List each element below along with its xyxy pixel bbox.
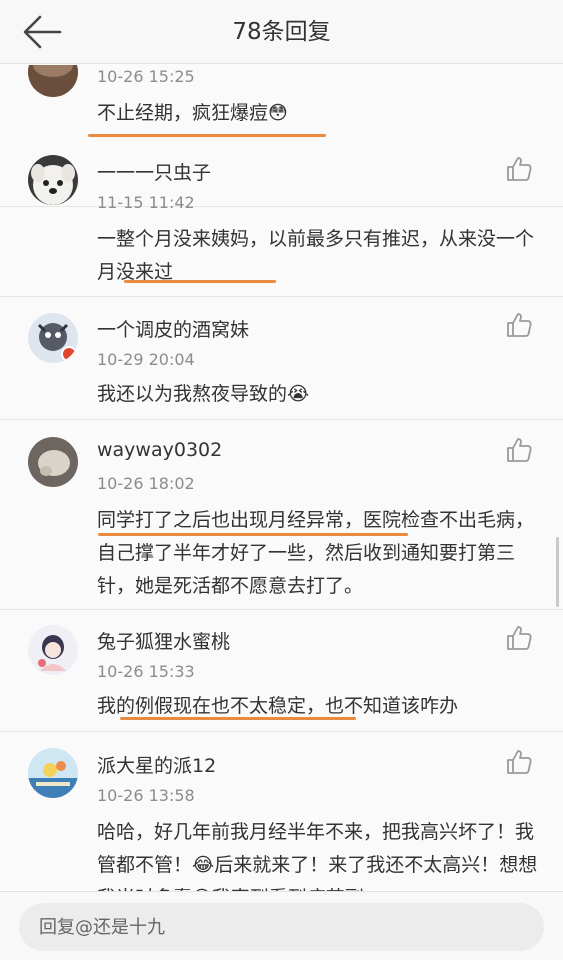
top-bar: 78条回复 xyxy=(0,0,563,64)
highlight-underline xyxy=(124,280,276,283)
comment-item: wayway0302 10-26 18:02 同学打了之后也出现月经异常，医院检… xyxy=(0,420,563,610)
comment-username[interactable]: 兔子狐狸水蜜桃 xyxy=(97,627,230,654)
highlight-underline xyxy=(88,134,326,137)
comment-item: 一一一只虫子 11-15 11:42 一整个月没来姨妈，以前最多只有推迟，从来没… xyxy=(0,141,563,297)
like-button[interactable] xyxy=(505,311,533,339)
comment-username[interactable]: 一个调皮的酒窝妹 xyxy=(97,315,249,342)
comment-text: 同学打了之后也出现月经异常，医院检查不出毛病，自己撑了半年才好了一些，然后收到通… xyxy=(97,509,535,597)
thumbs-up-icon xyxy=(507,313,532,337)
like-button[interactable] xyxy=(505,436,533,464)
back-button[interactable] xyxy=(22,14,62,50)
comment-time: 10-26 15:25 xyxy=(97,67,195,86)
comment-item: 兔子狐狸水蜜桃 10-26 15:33 我的例假现在也不太稳定，也不知道该咋办 xyxy=(0,610,563,732)
thumbs-up-icon xyxy=(507,626,532,650)
comment-text: 我还以为我熬夜导致的😭 xyxy=(97,383,310,405)
avatar[interactable] xyxy=(28,155,78,205)
comment-time: 10-29 20:04 xyxy=(97,350,195,369)
comment-username[interactable]: wayway0302 xyxy=(97,439,222,461)
avatar[interactable] xyxy=(28,748,78,798)
avatar[interactable] xyxy=(28,437,78,487)
avatar[interactable] xyxy=(28,313,78,363)
like-button[interactable] xyxy=(505,748,533,776)
comment-item: 派大星的派12 10-26 13:58 哈哈，好几年前我月经半年不来，把我高兴坏… xyxy=(0,732,563,891)
comment-list[interactable]: 10-26 15:25 不止经期，疯狂爆痘😳 一一一只虫子 11-15 11:4… xyxy=(0,65,563,891)
reply-bar xyxy=(0,891,563,960)
comment-time: 10-26 13:58 xyxy=(97,786,195,805)
page-title: 78条回复 xyxy=(232,19,331,45)
scrollbar[interactable] xyxy=(556,537,559,607)
comment-time: 10-26 15:33 xyxy=(97,662,195,681)
comment-time: 10-26 18:02 xyxy=(97,474,195,493)
thumbs-up-icon xyxy=(507,438,532,462)
highlight-underline xyxy=(120,717,356,720)
comment-text: 哈哈，好几年前我月经半年不来，把我高兴坏了！我管都不管！😂后来就来了！来了我还不… xyxy=(97,821,538,891)
thumbs-up-icon xyxy=(507,750,532,774)
comment-time: 11-15 11:42 xyxy=(97,193,195,212)
arrow-left-icon xyxy=(23,15,62,49)
highlight-underline xyxy=(98,533,408,536)
comment-text: 不止经期，疯狂爆痘😳 xyxy=(97,102,288,124)
comment-username[interactable]: 派大星的派12 xyxy=(97,751,216,778)
thumbs-up-icon xyxy=(507,157,532,181)
like-button[interactable] xyxy=(505,155,533,183)
avatar[interactable] xyxy=(28,65,78,97)
like-button[interactable] xyxy=(505,624,533,652)
reply-input[interactable] xyxy=(19,903,544,951)
avatar[interactable] xyxy=(28,625,78,675)
comment-username[interactable]: 一一一只虫子 xyxy=(97,158,211,185)
comment-item: 一个调皮的酒窝妹 10-29 20:04 我还以为我熬夜导致的😭 xyxy=(0,297,563,420)
